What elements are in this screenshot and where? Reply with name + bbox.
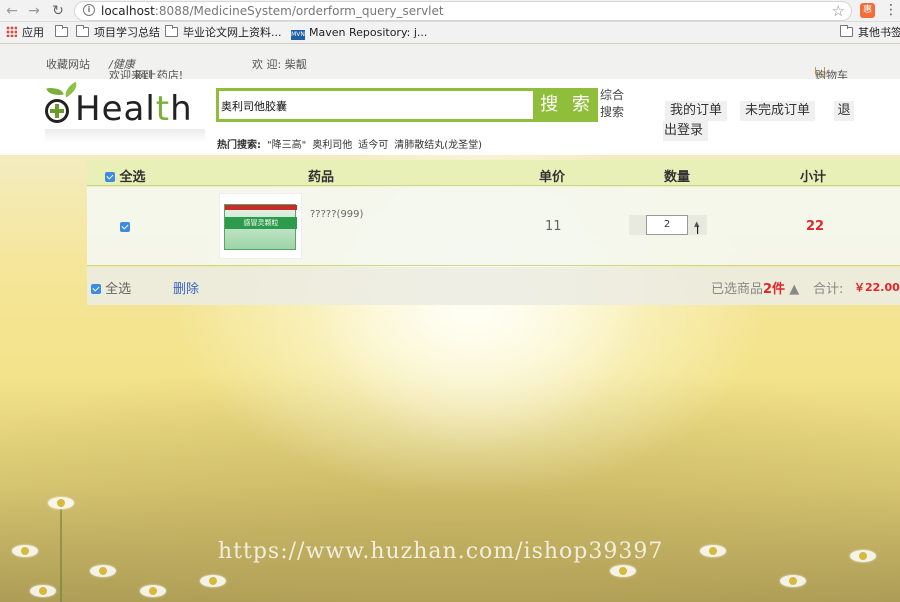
delete-button[interactable]: 删除 <box>173 278 199 297</box>
site-topbar: 收藏网站 欢迎来到 /健康 网上药店! 欢 迎: 柴靓 购物车 <box>0 45 900 82</box>
leaf-icon <box>46 85 64 98</box>
daisy-decoration <box>200 575 226 587</box>
apps-icon <box>6 26 17 37</box>
hot-search-item[interactable]: "降三高" <box>267 140 306 151</box>
hot-search-item[interactable]: 奥利司他 <box>312 140 352 151</box>
address-bar[interactable]: i localhost:8088/MedicineSystem/orderfor… <box>74 1 852 21</box>
row-checkbox[interactable] <box>120 222 130 232</box>
reload-icon[interactable]: ↻ <box>50 3 66 19</box>
hot-search-item[interactable]: 清肺散结丸(龙圣堂) <box>394 140 482 151</box>
folder-icon <box>76 25 89 37</box>
bookmark-maven[interactable]: MVN Maven Repository: j... <box>291 25 427 41</box>
folder-icon <box>840 25 853 37</box>
chevron-up-icon: ▲ <box>789 282 800 297</box>
plus-icon <box>55 104 59 118</box>
checkbox[interactable] <box>91 284 101 294</box>
folder-icon <box>165 25 178 37</box>
welcome-text: 欢迎来到 /健康 网上药店! <box>109 58 184 82</box>
text-cursor-icon: I <box>696 224 700 237</box>
total-label: 合计: <box>813 282 844 297</box>
site-header: Health 搜 索 综合搜索 热门搜索:"降三高"奥利司他适今可清肺散结丸(龙… <box>0 79 900 155</box>
logout-button[interactable]: 退 <box>834 101 854 121</box>
extension-icon[interactable]: 惠 <box>860 3 875 18</box>
flower-stem <box>60 505 62 602</box>
daisy-decoration <box>850 550 876 562</box>
select-all-header[interactable]: 全选 <box>105 166 146 185</box>
selected-count[interactable]: 已选商品2件 ▲ <box>711 278 799 297</box>
search-box <box>216 88 536 122</box>
search-button[interactable]: 搜 索 <box>536 88 598 122</box>
search-input[interactable] <box>221 97 531 115</box>
watermark: https://www.huzhan.com/ishop39397 <box>218 539 664 564</box>
box-label: 感冒灵颗粒 <box>225 217 297 229</box>
menu-icon[interactable]: ⋮ <box>884 2 898 18</box>
table-row: 感冒灵颗粒 ?????(999) 11 2 ▲ 22 <box>87 187 900 266</box>
health-logo[interactable]: Health <box>45 81 205 145</box>
hot-searches: 热门搜索: "降三高" 奥利司他 适今可 清肺散结丸(龙圣堂) <box>217 140 483 151</box>
daisy-decoration <box>90 565 116 577</box>
checkbox[interactable] <box>105 172 115 182</box>
col-subtotal: 小计 <box>800 170 827 185</box>
back-icon[interactable]: ← <box>4 3 20 19</box>
table-header: 全选 药品 单价 数量 小计 <box>87 160 900 186</box>
page: 收藏网站 欢迎来到 /健康 网上药店! 欢 迎: 柴靓 购物车 Health 搜… <box>0 45 900 602</box>
logout-button-wrap[interactable]: 出登录 <box>663 121 709 141</box>
browser-toolbar: ← → ↻ i localhost:8088/MedicineSystem/or… <box>0 0 900 22</box>
logo-text: Health <box>75 89 193 129</box>
folder-icon <box>55 25 68 37</box>
box-top <box>225 205 297 210</box>
product-name[interactable]: ?????(999) <box>310 209 363 220</box>
bookmark-star-icon[interactable]: ☆ <box>832 2 845 20</box>
hot-search-item[interactable]: 适今可 <box>358 140 388 151</box>
col-drug: 药品 <box>308 170 335 185</box>
maven-icon: MVN <box>291 30 305 40</box>
pending-orders-button[interactable]: 未完成订单 <box>740 101 816 121</box>
bookmark-thesis[interactable]: 毕业论文网上资料... <box>165 25 282 41</box>
logo-reflection <box>45 129 205 143</box>
col-qty: 数量 <box>664 170 691 185</box>
daisy-decoration <box>700 545 726 557</box>
bookmark-project-notes[interactable]: 项目学习总结 <box>76 25 160 41</box>
cart-footer: 全选 删除 已选商品2件 ▲ 合计: ￥22.00 <box>87 267 900 305</box>
my-orders-button[interactable]: 我的订单 <box>665 101 728 121</box>
bookmark-other[interactable]: 其他书签 <box>840 25 900 41</box>
daisy-decoration <box>780 575 806 587</box>
quantity-input[interactable]: 2 <box>646 215 688 235</box>
user-greeting: 欢 迎: 柴靓 <box>252 58 307 71</box>
url-text: localhost:8088/MedicineSystem/orderform_… <box>101 4 444 18</box>
info-icon[interactable]: i <box>83 4 95 16</box>
daisy-decoration <box>610 565 636 577</box>
favorites-link[interactable]: 收藏网站 <box>46 56 90 72</box>
total-value: ￥22.00 <box>854 281 900 294</box>
row-subtotal: 22 <box>806 219 825 234</box>
forward-icon[interactable]: → <box>26 3 42 19</box>
bookmark-apps[interactable]: 应用 <box>6 25 44 41</box>
daisy-decoration <box>140 585 166 597</box>
daisy-decoration <box>48 497 74 509</box>
daisy-decoration <box>30 585 56 597</box>
footer-select-all[interactable]: 全选 <box>91 278 131 297</box>
unit-price: 11 <box>545 219 562 234</box>
product-image[interactable]: 感冒灵颗粒 <box>219 193 302 259</box>
advanced-search-link[interactable]: 综合搜索 <box>600 87 628 121</box>
medicine-box: 感冒灵颗粒 <box>224 204 297 250</box>
bookmark-folder[interactable] <box>55 25 73 41</box>
col-price: 单价 <box>539 170 566 185</box>
daisy-decoration <box>12 545 38 557</box>
bookmarks-bar: 应用 项目学习总结 毕业论文网上资料... MVN Maven Repositor… <box>0 22 900 44</box>
